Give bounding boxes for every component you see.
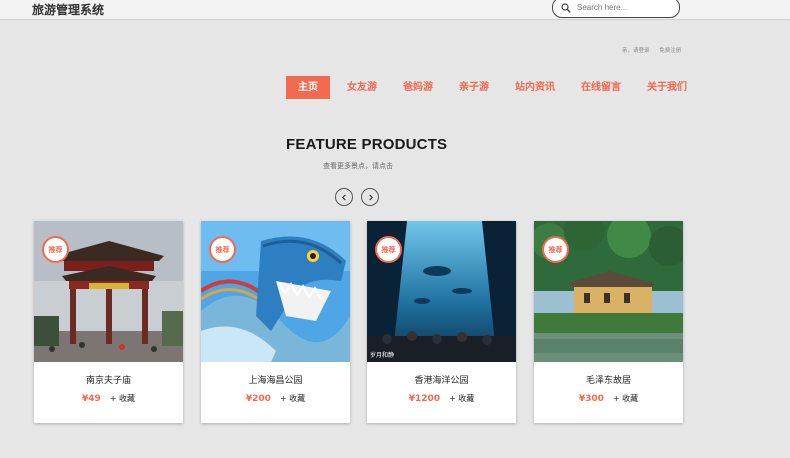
product-card[interactable]: 推荐 毛泽东故居 ¥300 + 收藏 (534, 221, 683, 423)
recommend-badge: 推荐 (42, 236, 69, 263)
product-name[interactable]: 毛泽东故居 (534, 373, 683, 386)
nav-item-news[interactable]: 站内资讯 (502, 76, 568, 99)
product-price: ¥300 (578, 393, 604, 404)
product-meta: ¥49 + 收藏 (34, 393, 183, 404)
login-links: 亲，请登录 免费注册 (622, 46, 689, 54)
recommend-badge: 推荐 (375, 236, 402, 263)
nav-item-girlfriend-tour[interactable]: 女友游 (334, 76, 390, 99)
nav-item-about[interactable]: 关于我们 (634, 76, 700, 99)
main-nav: 主页 女友游 爸妈游 亲子游 站内资讯 在线留言 关于我们 (286, 76, 700, 99)
login-link[interactable]: 亲，请登录 (622, 48, 650, 54)
search-input[interactable] (577, 3, 677, 12)
register-link[interactable]: 免费注册 (659, 48, 681, 54)
recommend-badge: 推荐 (209, 236, 236, 263)
add-favorite-button[interactable]: + 收藏 (613, 393, 638, 404)
product-name[interactable]: 香港海洋公园 (367, 373, 516, 386)
product-name[interactable]: 上海海昌公园 (201, 373, 350, 386)
product-price: ¥49 (81, 393, 101, 404)
add-favorite-button[interactable]: + 收藏 (280, 393, 305, 404)
photo-caption: 岁月和静 (370, 352, 395, 359)
next-button[interactable] (361, 188, 379, 206)
product-card[interactable]: 推荐 上海海昌公园 ¥200 + 收藏 (201, 221, 350, 423)
prev-button[interactable] (335, 188, 353, 206)
product-name[interactable]: 南京夫子庙 (34, 373, 183, 386)
nav-item-family-tour[interactable]: 亲子游 (446, 76, 502, 99)
chevron-right-icon (368, 193, 373, 201)
section-subtitle[interactable]: 查看更多景点，请点击 (323, 161, 393, 171)
nav-item-parents-tour[interactable]: 爸妈游 (390, 76, 446, 99)
recommend-badge: 推荐 (542, 236, 569, 263)
search-box[interactable] (552, 0, 680, 18)
product-price: ¥1200 (408, 393, 441, 404)
section-title: FEATURE PRODUCTS (286, 136, 448, 153)
product-card[interactable]: 推荐 南京夫子庙 ¥49 + 收藏 (34, 221, 183, 423)
site-brand[interactable]: 旅游管理系统 (32, 1, 104, 18)
nav-item-home[interactable]: 主页 (286, 76, 330, 99)
product-price: ¥200 (245, 393, 271, 404)
add-favorite-button[interactable]: + 收藏 (449, 393, 474, 404)
chevron-left-icon (341, 193, 346, 201)
top-bar: 旅游管理系统 (0, 0, 790, 20)
product-meta: ¥200 + 收藏 (201, 393, 350, 404)
nav-item-messages[interactable]: 在线留言 (568, 76, 634, 99)
add-favorite-button[interactable]: + 收藏 (110, 393, 135, 404)
product-meta: ¥1200 + 收藏 (367, 393, 516, 404)
product-meta: ¥300 + 收藏 (534, 393, 683, 404)
product-card[interactable]: 岁月和静 推荐 香港海洋公园 ¥1200 + 收藏 (367, 221, 516, 423)
search-icon[interactable] (561, 2, 571, 13)
